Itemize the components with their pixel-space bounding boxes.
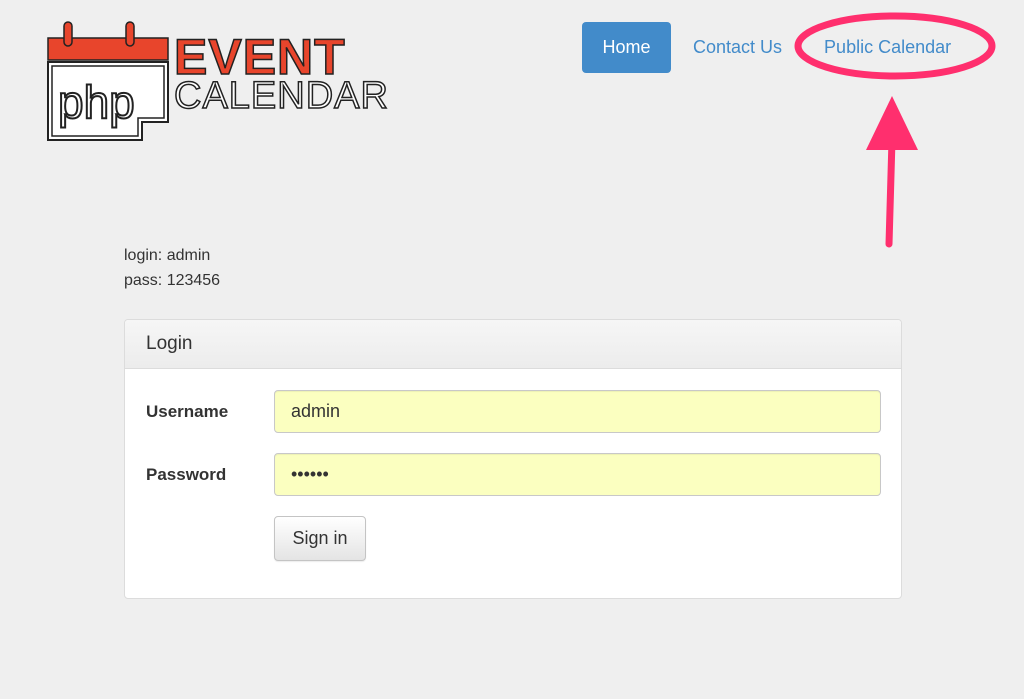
password-input[interactable] [274,453,881,496]
arrow-up-icon [866,96,918,150]
login-panel-title: Login [125,320,901,369]
nav-contact-us-link[interactable]: Contact Us [693,22,782,73]
username-label: Username [146,402,229,421]
username-input[interactable] [274,390,881,433]
login-credential-text: login: admin [124,247,211,264]
arrow-shaft [885,136,896,248]
logo-graphic: php EVENT CALENDAR [47,21,389,141]
php-event-calendar-logo: php EVENT CALENDAR [44,18,440,144]
sign-in-button[interactable]: Sign in [274,516,366,561]
logo-badge-text: php [58,76,135,128]
nav-public-calendar-link[interactable]: Public Calendar [824,22,951,73]
username-row: Username [125,390,901,433]
password-label: Password [146,465,227,484]
top-nav: Home Contact Us Public Calendar [582,22,951,73]
nav-home-button[interactable]: Home [582,22,671,73]
logo-bottom-word: CALENDAR [174,75,389,117]
pass-credential-text: pass: 123456 [124,272,221,289]
login-panel: Login Username Password Sign in [124,319,902,599]
demo-credentials: login: admin pass: 123456 [124,243,220,293]
password-row: Password [125,453,901,496]
